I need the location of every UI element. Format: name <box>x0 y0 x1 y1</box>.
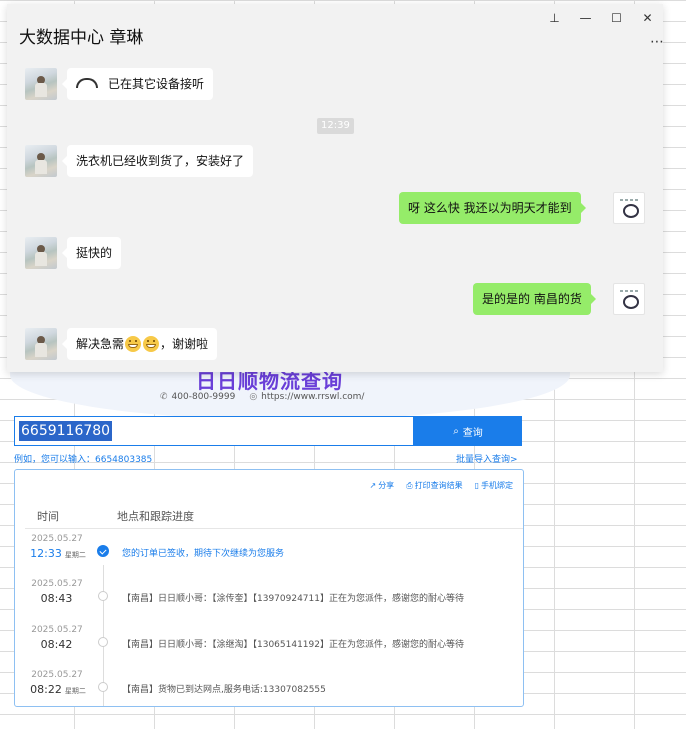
row-date: 2025.05.27 <box>31 625 83 635</box>
globe-icon: ◎ <box>249 392 258 402</box>
row-time: 08:43 <box>40 592 73 605</box>
message-text-after: ，谢谢啦 <box>160 337 209 351</box>
message-text: 是的是的 南昌的货 <box>482 292 582 306</box>
checkmark-icon <box>97 545 109 557</box>
share-link[interactable]: ↗ 分享 <box>369 480 394 491</box>
row-date: 2025.05.27 <box>31 670 83 680</box>
avatar[interactable] <box>613 192 645 224</box>
pin-icon[interactable]: ⊥ <box>539 10 570 26</box>
tracking-row: 2025.05.27 08:22 星期二 【南昌】货物已到达网点,服务电话:133… <box>15 670 523 706</box>
message-text: 已在其它设备接听 <box>108 77 205 91</box>
print-link[interactable]: ⎙ 打印查询结果 <box>406 480 462 491</box>
chat-header: 大数据中心 章琳 ⊥ — ☐ ✕ ⋯ <box>7 4 664 62</box>
row-description: 【南昌】日日顺小哥：【涂继淘】【13065141192】正在为您派件，感谢您的耐… <box>122 640 464 650</box>
print-icon: ⎙ <box>406 481 413 490</box>
contact-info: ✆ 400-800-9999 ◎ https://www.rrswl.com/ <box>160 392 364 402</box>
timeline-dot-icon <box>98 591 108 601</box>
message-bubble[interactable]: 已在其它设备接听 <box>61 68 214 100</box>
hotline-text: 400-800-9999 <box>171 392 236 402</box>
input-example-hint: 例如，您可以输入：6654803385 <box>14 455 153 465</box>
avatar[interactable] <box>25 68 57 100</box>
column-progress: 地点和跟踪进度 <box>117 510 194 523</box>
row-description: 【南昌】日日顺小哥：【涂传奎】【13970924711】正在为您派件，感谢您的耐… <box>122 594 464 604</box>
table-header: 时间 地点和跟踪进度 <box>25 504 523 529</box>
row-time: 08:22 <box>30 683 62 696</box>
phone-icon: ✆ <box>160 392 168 402</box>
avatar[interactable] <box>25 328 57 360</box>
row-time: 08:42 <box>40 638 73 651</box>
minimize-button[interactable]: — <box>570 10 601 26</box>
row-description: 您的订单已签收，期待下次继续为您服务 <box>122 549 285 559</box>
mobile-icon: ▯ <box>474 481 479 490</box>
maximize-button[interactable]: ☐ <box>601 10 632 26</box>
message-timestamp: 12:39 <box>317 118 354 134</box>
row-date: 2025.05.27 <box>31 579 83 589</box>
tracking-number-value: 6659116780 <box>19 421 113 441</box>
row-weekday: 星期二 <box>64 687 86 695</box>
tracking-result-panel: ↗ 分享 ⎙ 打印查询结果 ▯ 手机绑定 时间 地点和跟踪进度 2025.05.27 … <box>14 469 524 707</box>
message-text: 挺快的 <box>76 246 113 260</box>
message-bubble[interactable]: 呀 这么快 我还以为明天才能到 <box>399 192 586 224</box>
batch-import-link[interactable]: 批量导入查询> <box>456 452 518 465</box>
search-icon: ⌕ <box>453 425 459 437</box>
message-bubble[interactable]: 是的是的 南昌的货 <box>473 283 596 315</box>
avatar[interactable] <box>25 145 57 177</box>
message-bubble[interactable]: 洗衣机已经收到货了，安装好了 <box>61 145 254 177</box>
message-text-before: 解决急需 <box>76 337 125 351</box>
website-link[interactable]: https://www.rrswl.com/ <box>261 392 364 402</box>
row-description: 【南昌】货物已到达网点,服务电话:13307082555 <box>122 685 326 695</box>
chat-title: 大数据中心 章琳 <box>19 28 144 48</box>
message-bubble[interactable]: 挺快的 <box>61 237 122 269</box>
avatar[interactable] <box>25 237 57 269</box>
message-text: 呀 这么快 我还以为明天才能到 <box>408 201 572 215</box>
timeline-dot-icon <box>98 682 108 692</box>
message-bubble[interactable]: 解决急需 ，谢谢啦 <box>61 328 218 360</box>
row-date: 2025.05.27 <box>31 534 83 544</box>
grinning-face-icon <box>125 335 142 352</box>
query-button-label: 查询 <box>462 427 483 439</box>
timeline-dot-icon <box>98 637 108 647</box>
tracking-search-bar: 6659116780 ⌕ 查询 <box>14 416 522 446</box>
result-toolbar: ↗ 分享 ⎙ 打印查询结果 ▯ 手机绑定 <box>369 480 513 491</box>
tracking-number-input[interactable]: 6659116780 <box>14 416 414 446</box>
message-text: 洗衣机已经收到货了，安装好了 <box>76 154 245 168</box>
grinning-face-icon <box>143 335 160 352</box>
phone-call-icon <box>76 77 98 88</box>
tracking-row: 2025.05.27 12:33 星期二 您的订单已签收，期待下次继续为您服务 <box>15 534 523 580</box>
tracking-row: 2025.05.27 08:42 【南昌】日日顺小哥：【涂继淘】【1306514… <box>15 625 523 671</box>
query-button[interactable]: ⌕ 查询 <box>414 416 522 446</box>
phone-bind-link[interactable]: ▯ 手机绑定 <box>475 480 513 491</box>
row-time: 12:33 <box>30 547 62 560</box>
row-weekday: 星期二 <box>64 551 86 559</box>
avatar[interactable] <box>613 283 645 315</box>
close-button[interactable]: ✕ <box>632 10 663 26</box>
tracking-row: 2025.05.27 08:43 【南昌】日日顺小哥：【涂传奎】【1397092… <box>15 579 523 625</box>
share-icon: ↗ <box>369 481 377 490</box>
more-options-icon[interactable]: ⋯ <box>650 34 664 50</box>
column-time: 时间 <box>37 510 59 523</box>
chat-window: 大数据中心 章琳 ⊥ — ☐ ✕ ⋯ 已在其它设备接听 12:39 洗衣机已经收… <box>7 4 664 372</box>
window-controls: ⊥ — ☐ ✕ <box>539 10 663 26</box>
